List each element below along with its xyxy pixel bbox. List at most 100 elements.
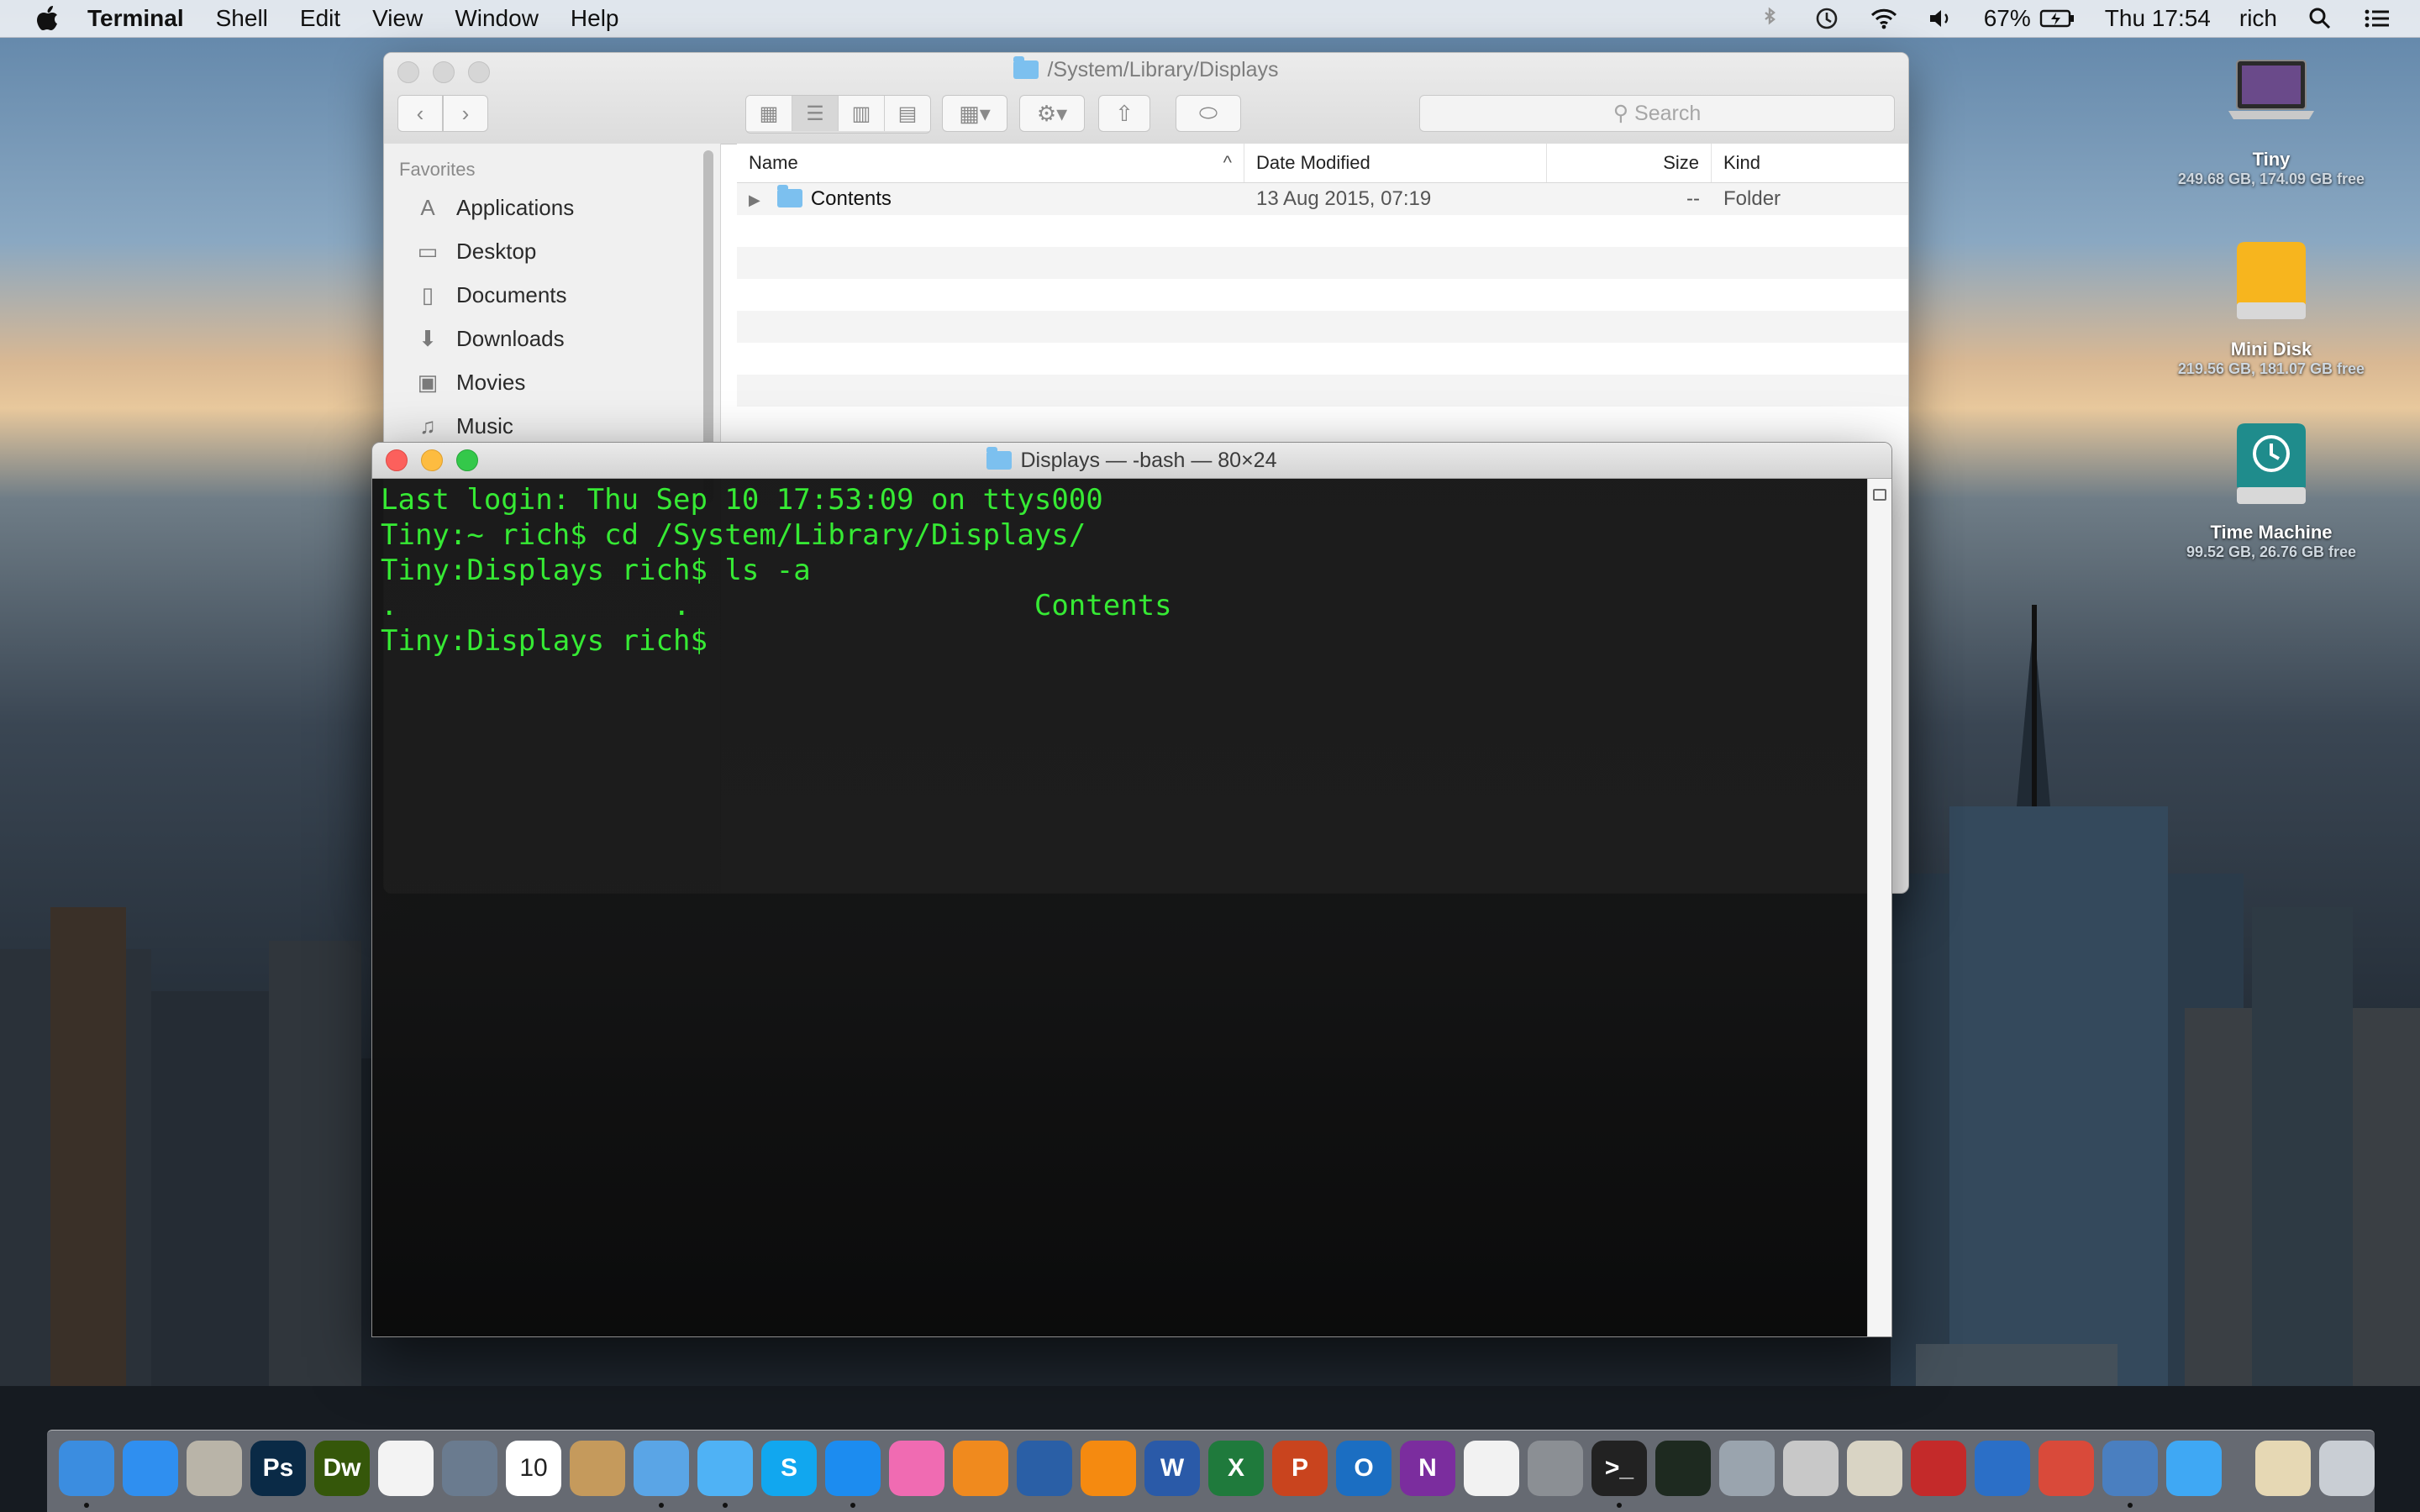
dock-disk-utility-icon[interactable] [1719,1441,1775,1496]
menu-edit[interactable]: Edit [300,5,340,32]
desktop-item-name: Mini Disk [2230,339,2312,360]
apple-menu-icon[interactable] [35,5,59,32]
back-button[interactable]: ‹ [397,95,443,132]
desktop-item-tiny[interactable]: Tiny 249.68 GB, 174.09 GB free [2166,55,2376,188]
menu-bar: Terminal Shell Edit View Window Help 67%… [0,0,2420,38]
user-menu[interactable]: rich [2239,5,2277,32]
dock-photo-booth-icon[interactable] [1911,1441,1966,1496]
column-header-date[interactable]: Date Modified [1244,144,1547,182]
dock-home-folder-icon[interactable] [2255,1441,2311,1496]
dock-archive-utility-icon[interactable] [187,1441,242,1496]
dock-migration-assistant-icon[interactable] [1975,1441,2030,1496]
dock-app-store-icon[interactable] [123,1441,178,1496]
minimize-button[interactable] [421,449,443,471]
sidebar-item-movies[interactable]: ▣ Movies [384,360,720,404]
dock-remote-desktop-icon[interactable] [2039,1441,2094,1496]
dock-word-icon[interactable]: W [1144,1441,1200,1496]
dock-activity-monitor-icon[interactable] [1655,1441,1711,1496]
zoom-button[interactable] [456,449,478,471]
file-list-header: Name ^ Date Modified Size Kind [737,144,1908,183]
column-header-name[interactable]: Name ^ [737,144,1244,182]
dock-twitter-icon[interactable] [2166,1441,2222,1496]
arrange-button[interactable]: ▦▾ [942,95,1007,132]
scroll-marker-icon[interactable] [1873,489,1886,501]
menu-shell[interactable]: Shell [216,5,268,32]
close-button[interactable] [386,449,408,471]
menu-app-terminal[interactable]: Terminal [87,5,184,32]
time-machine-icon[interactable] [1812,6,1841,31]
dock-terminal-icon[interactable]: >_ [1591,1441,1647,1508]
dock-finder-icon[interactable] [59,1441,114,1508]
running-indicator [1617,1503,1622,1508]
dock-textedit-icon[interactable] [1464,1441,1519,1496]
empty-row [737,215,1908,247]
dock-quicktime-icon[interactable] [1017,1441,1072,1496]
dock-photos-icon[interactable] [378,1441,434,1496]
dock-screen-sharing-icon[interactable] [2102,1441,2158,1508]
dock-ibooks-icon[interactable] [953,1441,1008,1496]
sidebar-item-desktop[interactable]: ▭ Desktop [384,229,720,273]
terminal-scrollbar[interactable] [1867,479,1891,1336]
wifi-icon[interactable] [1870,6,1898,31]
icon-view-button[interactable]: ▦ [746,96,792,131]
dock-contacts-icon[interactable] [570,1441,625,1496]
dock-outlook-icon[interactable]: O [1336,1441,1392,1496]
dock-automator-icon[interactable] [1783,1441,1839,1496]
dock-app-label: P [1291,1454,1308,1482]
menu-view[interactable]: View [372,5,423,32]
dock-powerpoint-icon[interactable]: P [1272,1441,1328,1496]
desktop-item-mini-disk[interactable]: Mini Disk 219.56 GB, 181.07 GB free [2166,237,2376,378]
desktop-item-time-machine[interactable]: Time Machine 99.52 GB, 26.76 GB free [2166,420,2376,561]
dock-safari-icon[interactable] [825,1441,881,1508]
grid-icon: ▦ [759,102,779,125]
dock-dreamweaver-icon[interactable]: Dw [314,1441,370,1496]
list-view-button[interactable]: ☰ [792,96,839,131]
menu-help[interactable]: Help [571,5,619,32]
dock-calendar-icon[interactable]: 10 [506,1441,561,1496]
sidebar-item-label: Desktop [456,238,537,264]
desktop-icon: ▭ [417,238,439,264]
disclosure-triangle-icon[interactable]: ▶ [749,192,760,208]
dock-network-utility-icon[interactable] [1847,1441,1902,1496]
sidebar-item-documents[interactable]: ▯ Documents [384,273,720,317]
dock-excel-icon[interactable]: X [1208,1441,1264,1496]
notification-center-icon[interactable] [2363,6,2391,31]
dock-vlc-icon[interactable] [1081,1441,1136,1496]
terminal-output[interactable]: Last login: Thu Sep 10 17:53:09 on ttys0… [372,479,1868,1336]
battery-charging-icon[interactable] [2039,6,2076,31]
dock-photoshop-icon[interactable]: Ps [250,1441,306,1496]
column-header-size[interactable]: Size [1547,144,1712,182]
tags-button[interactable]: ⬭ [1176,95,1241,132]
battery-percent[interactable]: 67% [1984,5,2031,32]
column-header-kind[interactable]: Kind [1712,144,1908,182]
dock-skype-icon[interactable]: S [761,1441,817,1496]
row-kind: Folder [1723,187,1781,210]
terminal-line: Last login: Thu Sep 10 17:53:09 on ttys0… [381,483,1103,517]
sidebar-item-downloads[interactable]: ⬇ Downloads [384,317,720,360]
sidebar-item-applications[interactable]: A Applications [384,186,720,229]
table-row[interactable]: ▶ Contents 13 Aug 2015, 07:19 -- Folder [737,183,1908,215]
sidebar-item-label: Downloads [456,325,565,351]
running-indicator [2128,1503,2133,1508]
finder-search-field[interactable]: ⚲ Search [1419,95,1895,132]
dock-mail-icon[interactable] [634,1441,689,1508]
dock-system-preferences-icon[interactable] [1528,1441,1583,1496]
column-view-button[interactable]: ▥ [839,96,885,131]
dock-trash-icon[interactable] [2319,1441,2375,1496]
forward-button[interactable]: › [443,95,488,132]
volume-icon[interactable] [1927,6,1955,31]
menu-window[interactable]: Window [455,5,539,32]
cover-flow-button[interactable]: ▤ [885,96,930,131]
clock[interactable]: Thu 17:54 [2105,5,2211,32]
dock-preview-icon[interactable] [442,1441,497,1496]
action-button[interactable]: ⚙▾ [1019,95,1085,132]
dock-onenote-icon[interactable]: N [1400,1441,1455,1496]
share-button[interactable]: ⇧ [1098,95,1150,132]
bluetooth-icon[interactable] [1755,6,1784,31]
row-size: -- [1686,187,1700,210]
dock-itunes-icon[interactable] [889,1441,944,1496]
spotlight-search-icon[interactable] [2306,6,2334,31]
dock-messages-icon[interactable] [697,1441,753,1508]
finder-title: /System/Library/Displays [384,56,1908,82]
dock-app-label: N [1418,1454,1437,1482]
